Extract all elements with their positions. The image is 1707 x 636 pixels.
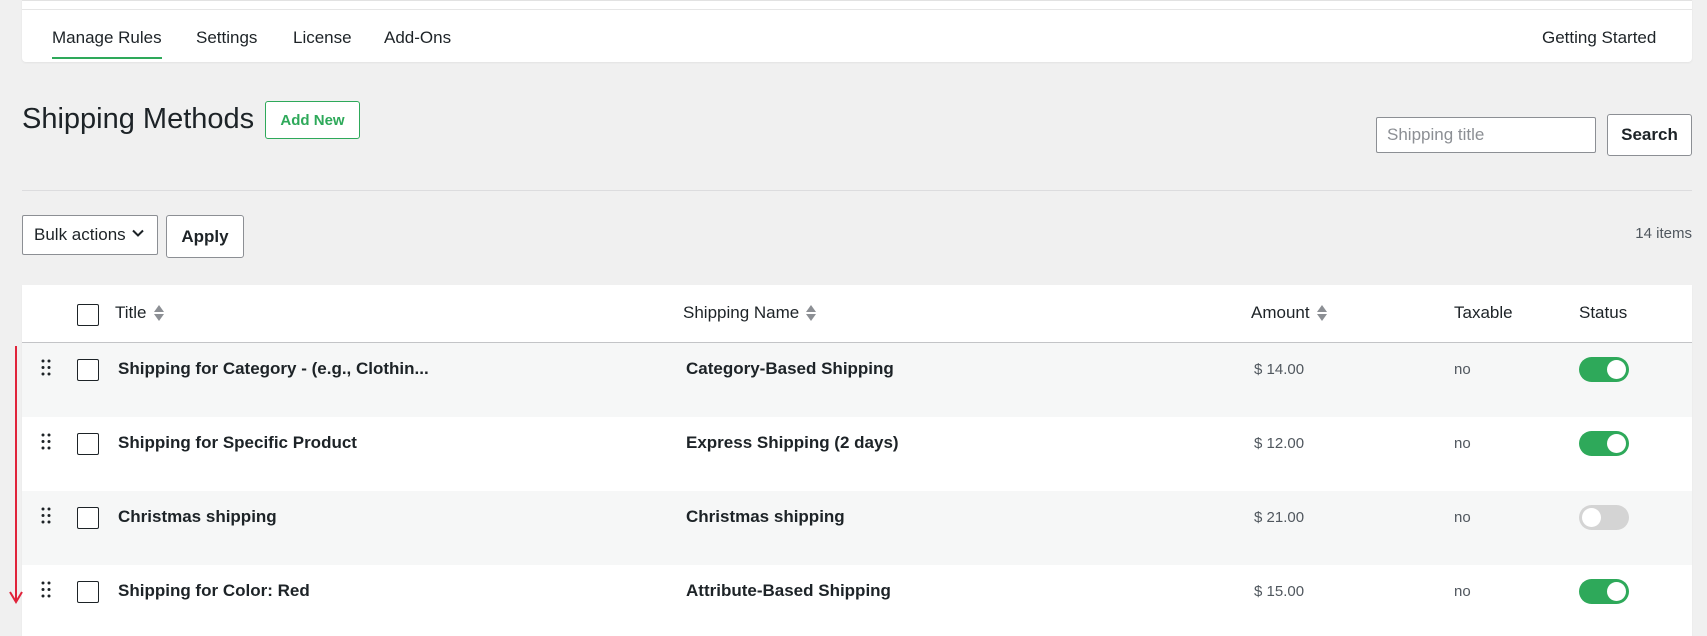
row-taxable: no (1454, 509, 1471, 526)
search-input[interactable] (1376, 117, 1596, 153)
column-title[interactable]: Title (115, 303, 164, 323)
items-count: 14 items (1635, 225, 1692, 242)
row-checkbox[interactable] (77, 359, 99, 381)
row-title-link[interactable]: Shipping for Category - (e.g., Clothin..… (118, 359, 429, 379)
row-shipping-name: Express Shipping (2 days) (686, 433, 899, 452)
row-amount: $ 21.00 (1254, 509, 1305, 526)
table-row: Shipping for Specific Product Express Sh… (22, 417, 1692, 491)
column-status: Status (1579, 303, 1627, 323)
status-toggle[interactable] (1579, 357, 1629, 382)
table-header: Title Shipping Name Amount Taxable Statu… (22, 285, 1692, 343)
row-checkbox[interactable] (77, 507, 99, 529)
tab-manage-rules[interactable]: Manage Rules (52, 28, 162, 59)
status-toggle[interactable] (1579, 505, 1629, 530)
column-shipping-name[interactable]: Shipping Name (683, 303, 817, 323)
page-title: Shipping Methods (22, 103, 255, 135)
column-shipping-name-label: Shipping Name (683, 303, 800, 322)
bulk-actions-select[interactable]: Bulk actions (22, 215, 158, 255)
toggle-knob (1607, 582, 1626, 601)
arrow-down-icon (9, 346, 23, 604)
column-status-label: Status (1579, 303, 1628, 322)
drag-handle-icon[interactable] (41, 359, 51, 376)
table-row: Shipping for Category - (e.g., Clothin..… (22, 343, 1692, 417)
add-new-button[interactable]: Add New (265, 101, 360, 139)
column-amount[interactable]: Amount (1251, 303, 1327, 323)
drag-handle-icon[interactable] (41, 507, 51, 524)
drag-handle-icon[interactable] (41, 581, 51, 598)
row-title-link[interactable]: Shipping for Specific Product (118, 433, 357, 453)
select-all-checkbox[interactable] (77, 304, 99, 326)
status-toggle[interactable] (1579, 431, 1629, 456)
row-shipping-name: Christmas shipping (686, 507, 845, 526)
toggle-knob (1582, 508, 1601, 527)
row-title-link[interactable]: Shipping for Color: Red (118, 581, 310, 601)
row-taxable: no (1454, 361, 1471, 378)
row-checkbox[interactable] (77, 581, 99, 603)
row-title-link[interactable]: Christmas shipping (118, 507, 277, 527)
tab-license[interactable]: License (293, 28, 352, 57)
toggle-knob (1607, 360, 1626, 379)
status-toggle[interactable] (1579, 579, 1629, 604)
apply-button[interactable]: Apply (166, 215, 244, 258)
row-amount: $ 14.00 (1254, 361, 1305, 378)
shipping-methods-table: Title Shipping Name Amount Taxable Statu… (22, 285, 1692, 636)
row-amount: $ 15.00 (1254, 583, 1305, 600)
bulk-actions-value: Bulk actions (34, 225, 126, 244)
column-title-label: Title (115, 303, 147, 322)
sort-icon (806, 304, 817, 322)
column-taxable-label: Taxable (1454, 303, 1513, 322)
row-taxable: no (1454, 583, 1471, 600)
drag-handle-icon[interactable] (41, 433, 51, 450)
row-taxable: no (1454, 435, 1471, 452)
tab-add-ons[interactable]: Add-Ons (384, 28, 451, 57)
sort-icon (1316, 304, 1327, 322)
row-checkbox[interactable] (77, 433, 99, 455)
row-shipping-name: Attribute-Based Shipping (686, 581, 891, 600)
getting-started-link[interactable]: Getting Started (1542, 28, 1656, 57)
tab-settings[interactable]: Settings (196, 28, 257, 57)
row-amount: $ 12.00 (1254, 435, 1305, 452)
top-nav: Manage Rules Settings License Add-Ons Ge… (22, 0, 1692, 62)
column-amount-label: Amount (1251, 303, 1310, 322)
sort-icon (153, 304, 164, 322)
table-row: Christmas shipping Christmas shipping $ … (22, 491, 1692, 565)
section-divider (22, 190, 1692, 191)
row-shipping-name: Category-Based Shipping (686, 359, 894, 378)
nav-divider (22, 9, 1692, 10)
search-button[interactable]: Search (1607, 114, 1692, 156)
column-taxable: Taxable (1454, 303, 1513, 323)
toggle-knob (1607, 434, 1626, 453)
chevron-down-icon (132, 229, 144, 237)
table-row: Shipping for Color: Red Attribute-Based … (22, 565, 1692, 636)
